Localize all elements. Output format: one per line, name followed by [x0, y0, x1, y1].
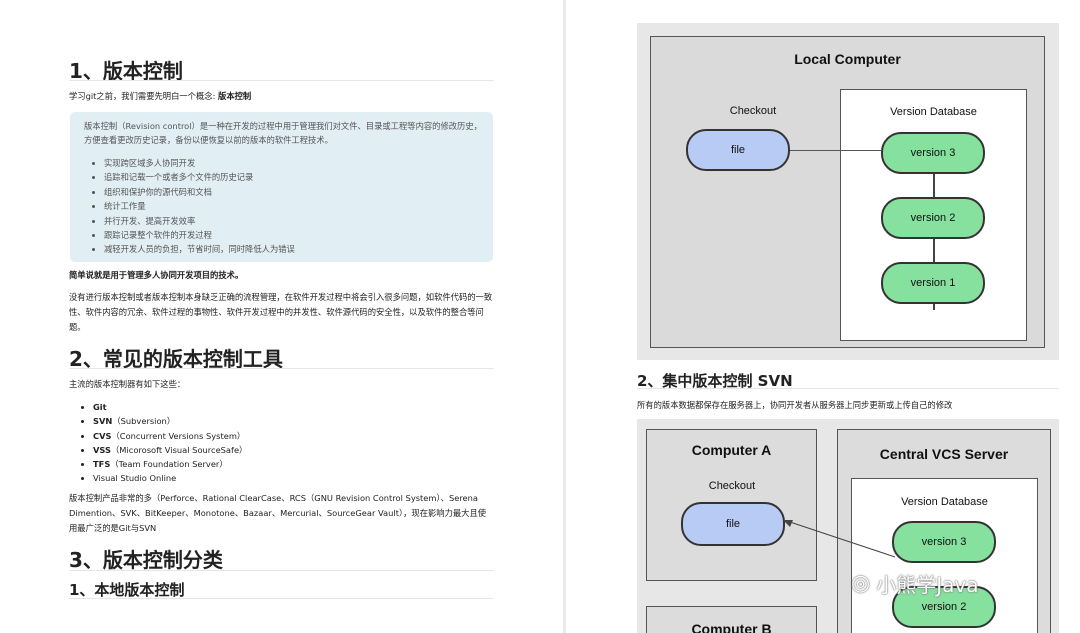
- list-item: 追踪和记载一个或者多个文件的历史记录: [104, 170, 295, 184]
- list-item: 减轻开发人员的负担，节省时间，同时降低人为错误: [104, 242, 295, 256]
- local-vcs-diagram: Local Computer Checkout file Version Dat…: [637, 23, 1059, 360]
- products-paragraph: 版本控制产品非常的多（Perforce、Rational ClearCase、R…: [69, 493, 487, 533]
- list-item: 并行开发、提高开发效率: [104, 214, 295, 228]
- version-2-node: version 2: [881, 197, 985, 239]
- version-1-node: version 1: [881, 262, 985, 304]
- problems-paragraph: 没有进行版本控制或者版本控制本身缺乏正确的流程管理，在软件开发过程中将会引入很多…: [69, 292, 493, 332]
- tool-name: CVS: [93, 430, 112, 441]
- local-computer-title: Local Computer: [794, 51, 901, 67]
- heading-rule: [69, 80, 494, 81]
- tool-desc: Visual Studio Online: [93, 473, 177, 484]
- tool-desc: （Micorosoft Visual SourceSafe）: [111, 444, 248, 455]
- centralized-description: 所有的版本数据都保存在服务器上，协同开发者从服务器上同步更新或上传自己的修改: [637, 400, 953, 410]
- tool-name: Git: [93, 402, 107, 412]
- callout-text: 版本控制（Revision control）是一种在开发的过程中用于管理我们对文…: [84, 121, 482, 145]
- version-3-node: version 3: [881, 132, 985, 174]
- tool-desc: （Team Foundation Server）: [110, 459, 228, 470]
- tools-list: Git SVN（Subversion） CVS（Concurrent Versi…: [93, 400, 247, 486]
- watermark: ◎ 小熊学Java: [851, 569, 978, 598]
- file-node: file: [686, 129, 790, 171]
- heading-categories: 3、版本控制分类: [69, 548, 223, 572]
- intro-bold: 版本控制: [218, 91, 252, 101]
- definition-callout: 版本控制（Revision control）是一种在开发的过程中用于管理我们对文…: [70, 112, 493, 262]
- wechat-icon: ◎: [851, 571, 871, 596]
- list-item: 组织和保护你的源代码和文档: [104, 185, 295, 199]
- checkout-label: Checkout: [729, 105, 777, 117]
- heading-rule: [69, 368, 494, 369]
- heading-rule: [69, 570, 494, 571]
- tools-intro: 主流的版本控制器有如下这些：: [69, 379, 186, 389]
- tool-name: SVN: [93, 416, 113, 427]
- list-item: 统计工作量: [104, 199, 295, 213]
- callout-list: 实现跨区域多人协同开发 追踪和记载一个或者多个文件的历史记录 组织和保护你的源代…: [104, 156, 295, 257]
- intro-text: 学习git之前，我们需要先明白一个概念:: [69, 91, 219, 101]
- local-computer-box: Local Computer Checkout file Version Dat…: [650, 36, 1045, 348]
- list-item: Git: [93, 400, 247, 414]
- tool-name: TFS: [93, 459, 111, 470]
- summary-paragraph: 简单说就是用于管理多人协同开发项目的技术。: [69, 270, 244, 280]
- list-item: VSS（Micorosoft Visual SourceSafe）: [93, 443, 247, 457]
- version-database-title: Version Database: [890, 106, 977, 118]
- checkout-arrow: [783, 520, 896, 558]
- tool-desc: （Concurrent Versions System）: [111, 430, 246, 441]
- centralized-vcs-diagram: Computer A Checkout file Computer B Cent…: [637, 419, 1059, 633]
- heading-rule: [69, 598, 494, 599]
- list-item: 跟踪记录整个软件的开发过程: [104, 228, 295, 242]
- list-item: CVS（Concurrent Versions System）: [93, 429, 247, 443]
- intro-paragraph: 学习git之前，我们需要先明白一个概念: 版本控制: [69, 89, 494, 104]
- watermark-text: 小熊学Java: [876, 573, 979, 597]
- heading-rule: [637, 388, 1059, 389]
- list-item: 实现跨区域多人协同开发: [104, 156, 295, 170]
- list-item: Visual Studio Online: [93, 471, 247, 485]
- right-page: Local Computer Checkout file Version Dat…: [566, 0, 1080, 633]
- version-database-box: Version Database version 3 version 2 ver…: [840, 89, 1027, 341]
- tool-name: VSS: [93, 444, 111, 455]
- left-page: 1、版本控制 学习git之前，我们需要先明白一个概念: 版本控制 版本控制（Re…: [0, 0, 563, 633]
- list-item: TFS（Team Foundation Server）: [93, 457, 247, 471]
- tool-desc: （Subversion）: [112, 416, 176, 427]
- heading-local-vcs: 1、本地版本控制: [69, 581, 185, 599]
- file-version-link: [790, 150, 881, 151]
- list-item: SVN（Subversion）: [93, 414, 247, 428]
